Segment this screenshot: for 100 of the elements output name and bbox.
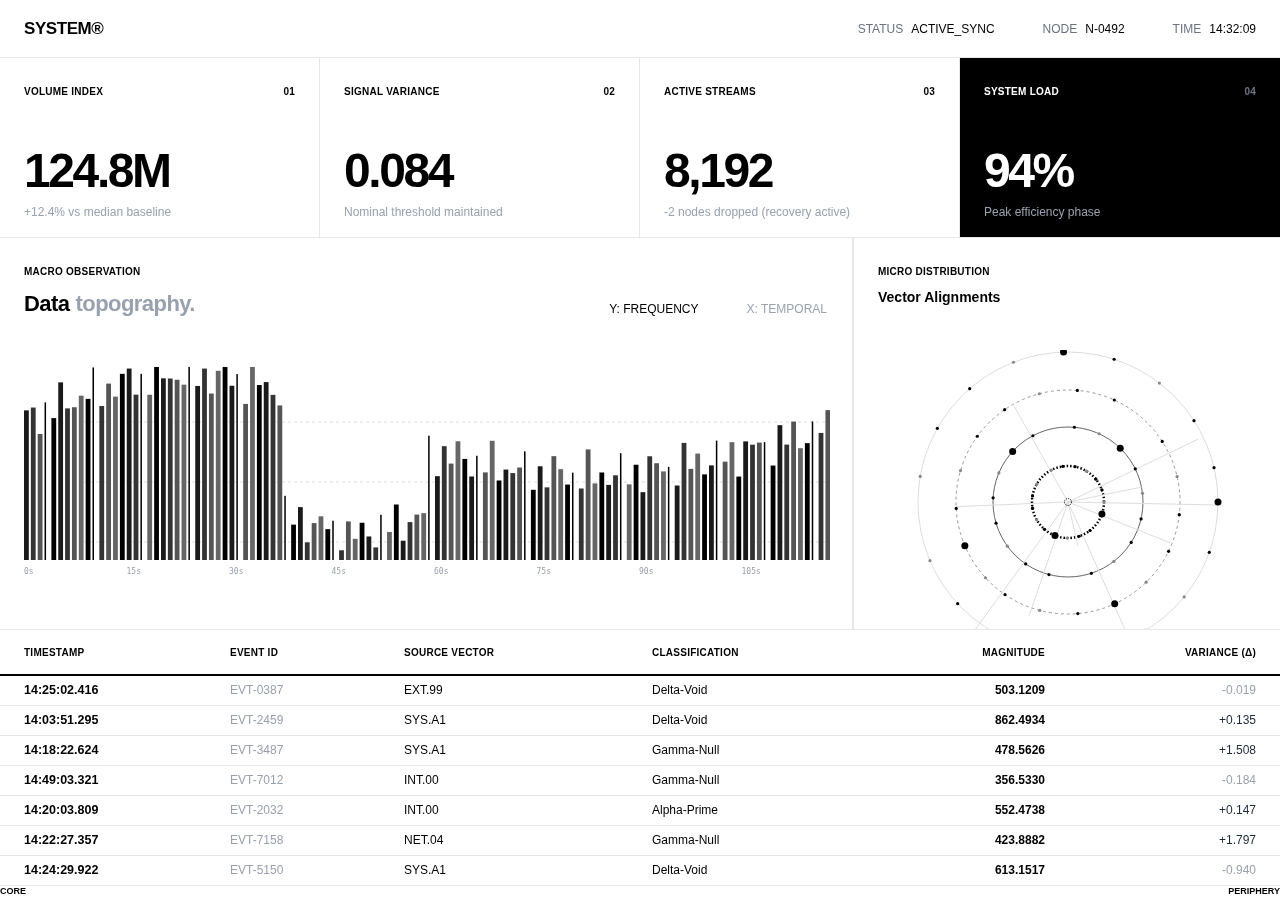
data-point — [994, 521, 998, 525]
data-point — [1212, 466, 1216, 470]
data-point — [1049, 468, 1053, 472]
table-cell: 14:22:27.357 — [0, 825, 230, 855]
table-cell: Gamma-Null — [652, 825, 882, 855]
data-point — [975, 434, 979, 438]
table-cell: EVT-7012 — [230, 765, 404, 795]
table-cell: EXT.99 — [404, 675, 652, 705]
table-cell: -0.940 — [1045, 855, 1280, 885]
data-point — [1076, 611, 1080, 616]
table-cell: Gamma-Null — [652, 765, 882, 795]
column-header: EVENT ID — [230, 630, 404, 675]
data-point — [1009, 447, 1017, 455]
table-cell: 14:25:02.416 — [0, 675, 230, 705]
data-point — [1177, 513, 1181, 517]
data-point — [1035, 482, 1039, 486]
axis-label: CORE — [0, 887, 26, 896]
metric-note: Nominal threshold maintained — [344, 204, 504, 221]
metric-label: SYSTEM LOAD — [984, 85, 1059, 99]
data-point — [1077, 534, 1081, 538]
table-cell: EVT-2032 — [230, 795, 404, 825]
data-point — [1097, 432, 1101, 436]
metric-index: 04 — [1244, 85, 1256, 99]
metric-note: Peak efficiency phase — [984, 204, 1102, 221]
table-cell: EVT-0387 — [230, 675, 404, 705]
table-cell: Delta-Void — [652, 705, 882, 735]
data-point — [1051, 532, 1059, 540]
metric-index: 02 — [603, 85, 615, 99]
data-point — [1094, 477, 1098, 481]
data-point — [1073, 465, 1077, 469]
data-point — [1060, 350, 1068, 356]
table-cell: -0.019 — [1045, 675, 1280, 705]
table-cell: 14:49:03.321 — [0, 765, 230, 795]
data-point — [1214, 498, 1222, 506]
axis-tick-label: 15s — [126, 566, 141, 578]
metric-label: VOLUME INDEX — [24, 85, 104, 99]
data-point — [1111, 600, 1119, 608]
table-cell: +1.797 — [1045, 825, 1280, 855]
table-cell: 356.5330 — [882, 765, 1045, 795]
table-cell: 14:24:29.922 — [0, 855, 230, 885]
table-cell: 14:18:22.624 — [0, 735, 230, 765]
table-cell: INT.00 — [404, 765, 652, 795]
axis-tick-label: 75s — [536, 566, 551, 578]
data-point — [1133, 467, 1137, 471]
table-cell: 14:20:03.809 — [0, 795, 230, 825]
axis-tick-label: 90s — [639, 566, 654, 578]
data-point — [928, 559, 932, 563]
section-title-accent: topography. — [75, 290, 195, 318]
data-point — [935, 426, 939, 430]
column-header: TIMESTAMP — [0, 630, 230, 675]
metric-value: 8,192 — [664, 147, 774, 195]
data-point — [1089, 571, 1093, 575]
data-point — [1065, 536, 1069, 540]
axis-tick-label: 30s — [229, 566, 244, 578]
metric-note: -2 nodes dropped (recovery active) — [664, 204, 852, 221]
data-point — [1112, 398, 1116, 402]
table-cell: 423.8882 — [882, 825, 1045, 855]
node-value: N-0492 — [1085, 20, 1125, 38]
axis-tick-label: 0s — [24, 566, 34, 578]
table-cell: SYS.A1 — [404, 855, 652, 885]
table-cell: INT.00 — [404, 795, 652, 825]
metric-label: SIGNAL VARIANCE — [344, 85, 440, 99]
metric-value: 124.8M — [24, 147, 171, 195]
data-point — [1160, 439, 1164, 444]
data-point — [918, 474, 922, 479]
axis-tick-label: 60s — [434, 566, 449, 578]
data-point — [1037, 392, 1041, 396]
column-header: VARIANCE (Δ) — [1045, 630, 1280, 675]
status-label: STATUS — [857, 20, 904, 38]
data-point — [1100, 488, 1104, 492]
column-header: MAGNITUDE — [882, 630, 1045, 675]
data-point — [1192, 419, 1196, 423]
data-point — [1098, 510, 1106, 518]
data-point — [1038, 608, 1042, 612]
data-point — [1207, 550, 1211, 554]
data-point — [958, 468, 963, 473]
axis-label: X: TEMPORAL — [746, 301, 827, 318]
data-point — [1005, 544, 1009, 548]
data-point — [1084, 469, 1089, 473]
data-point — [1112, 357, 1116, 361]
data-point — [956, 602, 960, 606]
data-point — [1030, 494, 1035, 498]
node-label: NODE — [1042, 20, 1078, 38]
data-point — [1139, 517, 1143, 521]
data-point — [1116, 444, 1124, 452]
table-cell: NET.04 — [404, 825, 652, 855]
status-value: ACTIVE_SYNC — [911, 20, 995, 38]
table-cell: Gamma-Null — [652, 735, 882, 765]
table-cell: EVT-2459 — [230, 705, 404, 735]
data-point — [997, 471, 1001, 475]
data-point — [1042, 527, 1047, 531]
table-cell: EVT-3487 — [230, 735, 404, 765]
data-point — [1112, 559, 1116, 563]
metric-value: 0.084 — [344, 147, 454, 195]
axis-label: Y: FREQUENCY — [609, 301, 699, 318]
data-point — [954, 506, 958, 511]
data-point — [1144, 580, 1148, 584]
data-point — [1140, 491, 1145, 495]
data-point — [1075, 388, 1079, 392]
metric-note: +12.4% vs median baseline — [24, 204, 173, 221]
